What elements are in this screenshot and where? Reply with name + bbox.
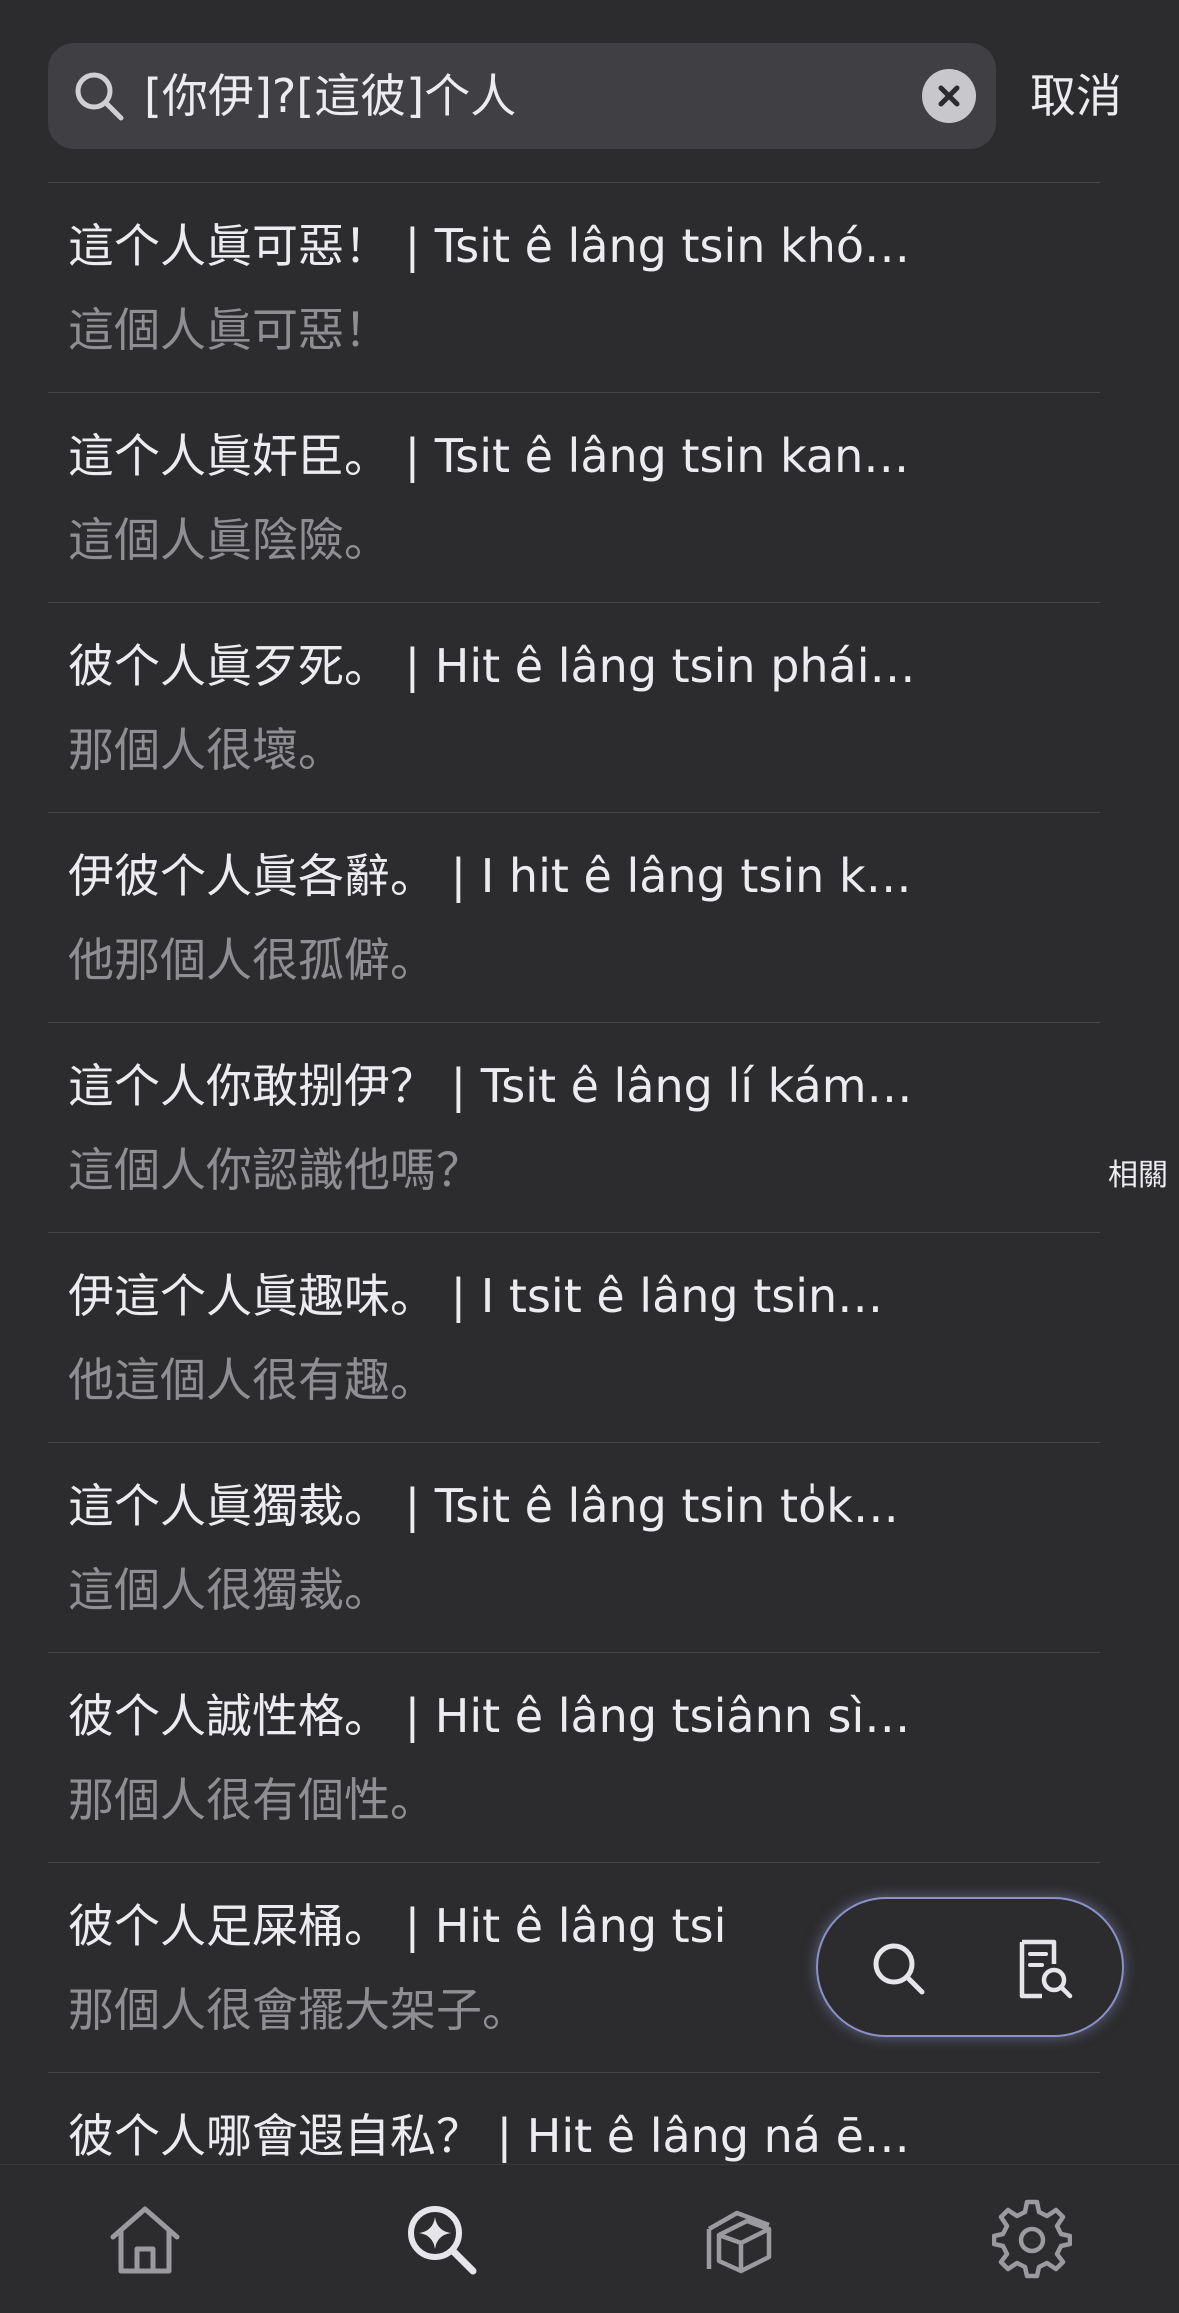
result-translation: 這個人你認識他嗎？ [68,1143,482,1197]
result-translation: 那個人很壞。 [68,723,344,777]
result-title: 這个人眞獨裁。 | Tsit ê lâng tsin to̍k… [68,1479,899,1533]
result-item[interactable]: 彼个人眞歹死。 | Hit ê lâng tsin phái… 那個人很壞。 [48,603,1100,813]
home-icon [110,2206,180,2274]
result-title: 這个人你敢捌伊？ | Tsit ê lâng lí kám… [68,1059,913,1113]
search-icon [72,69,126,123]
result-title: 這个人眞可惡！ | Tsit ê lâng tsin khó… [68,219,910,273]
clear-button[interactable] [922,69,976,123]
result-translation: 那個人很有個性。 [68,1773,436,1827]
search-icon [873,1943,925,1995]
clear-icon [938,85,960,107]
fab-search-button[interactable] [864,1934,934,2004]
related-link[interactable]: 相關 [1108,1150,1168,1194]
result-item[interactable]: 伊彼个人眞各辭。 | I hit ê lâng tsin k… 他那個人很孤僻。 [48,813,1100,1023]
nav-settings[interactable] [991,2199,1073,2279]
result-title: 彼个人哪會遐自私？ | Hit ê lâng ná ē… [68,2109,910,2163]
document-search-icon [1019,1939,1073,1999]
result-item[interactable]: 伊這个人眞趣味。 | I tsit ê lâng tsin… 他這個人很有趣。 [48,1233,1100,1443]
result-title: 這个人眞奸臣。 | Tsit ê lâng tsin kan… [68,429,910,483]
nav-search[interactable] [401,2199,481,2279]
cancel-button[interactable]: 取消 [1030,43,1150,149]
result-translation: 他這個人很有趣。 [68,1353,436,1407]
gear-icon [991,2199,1073,2279]
result-title: 彼个人誠性格。 | Hit ê lâng tsiânn sì… [68,1689,911,1743]
nav-home[interactable] [105,2199,185,2279]
floating-action-pill [816,1897,1124,2037]
result-translation: 這個人眞陰險。 [68,513,390,567]
result-translation: 這個人眞可惡！ [68,303,390,357]
result-item[interactable]: 這个人眞可惡！ | Tsit ê lâng tsin khó… 這個人眞可惡！ [48,183,1100,393]
fab-document-search-button[interactable] [1008,1934,1078,2004]
result-title: 伊彼个人眞各辭。 | I hit ê lâng tsin k… [68,849,912,903]
result-title: 伊這个人眞趣味。 | I tsit ê lâng tsin… [68,1269,884,1323]
result-title: 彼个人眞歹死。 | Hit ê lâng tsin phái… [68,639,916,693]
search-bar[interactable]: [你伊]?[這彼]个人 [48,43,996,149]
search-sparkle-icon [408,2206,477,2275]
result-translation: 這個人很獨裁。 [68,1563,390,1617]
bottom-navigation [0,2164,1179,2313]
nav-library[interactable] [697,2199,777,2279]
search-input[interactable]: [你伊]?[這彼]个人 [144,43,944,149]
result-item[interactable]: 這个人眞奸臣。 | Tsit ê lâng tsin kan… 這個人眞陰險。 [48,393,1100,603]
library-icon [706,2210,772,2274]
result-item[interactable]: 這个人你敢捌伊？ | Tsit ê lâng lí kám… 這個人你認識他嗎？ [48,1023,1100,1233]
result-item[interactable]: 這个人眞獨裁。 | Tsit ê lâng tsin to̍k… 這個人很獨裁。 [48,1443,1100,1653]
result-translation: 他那個人很孤僻。 [68,933,436,987]
result-item[interactable]: 彼个人誠性格。 | Hit ê lâng tsiânn sì… 那個人很有個性。 [48,1653,1100,1863]
